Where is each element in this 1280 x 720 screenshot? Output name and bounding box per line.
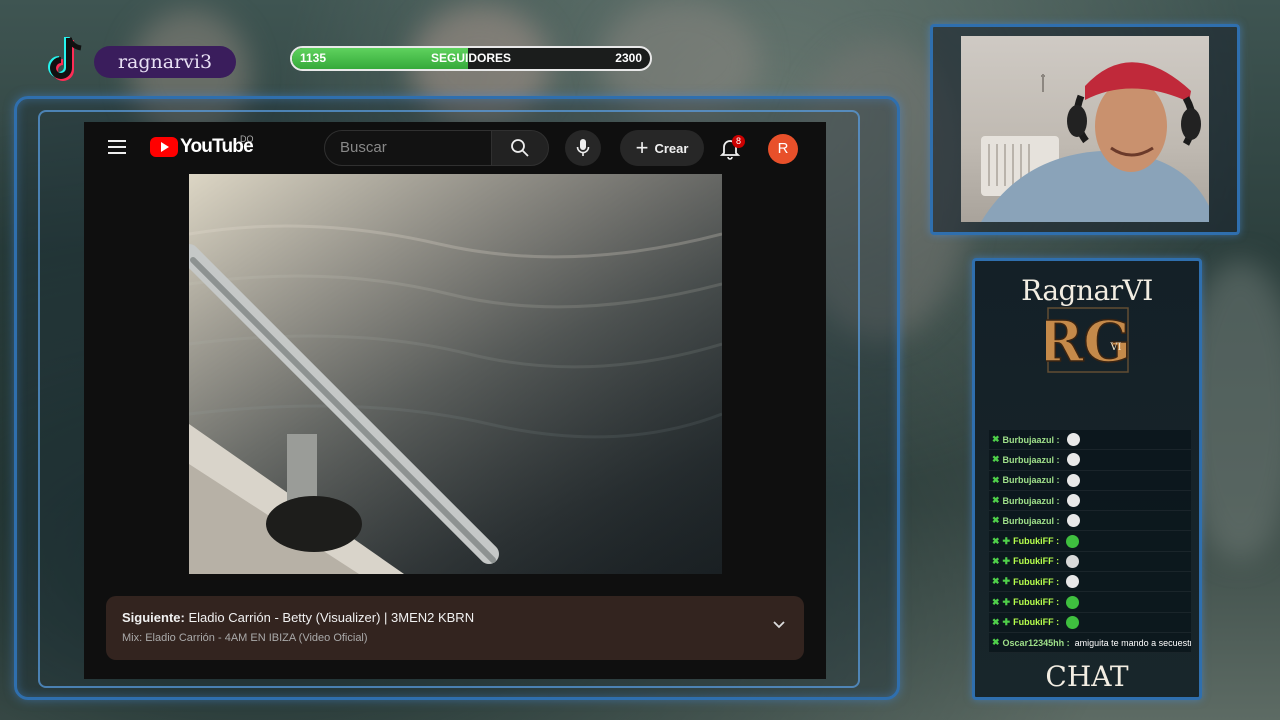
chat-sticker-icon [1066,554,1080,568]
chat-message: ✖ Oscar12345hh : amiguita te mando a secue… [989,632,1191,654]
chat-footer-title: CHAT [1045,660,1129,693]
chat-username: Burbujaazul : [1002,515,1060,526]
chat-sticker-icon [1066,494,1080,508]
voice-search-button[interactable] [565,130,601,166]
chat-username: FubukiFF : [1013,576,1060,587]
create-label: Crear [654,140,689,156]
chat-username: FubukiFF : [1013,556,1060,567]
youtube-region-code: DO [240,134,254,144]
tiktok-small-icon: ✖ [992,535,1000,546]
chat-message: ✖ Burbujaazul : [989,511,1191,532]
tiktok-small-icon: ✖ [992,637,1000,648]
chat-message: ✖ ✚ FubukiFF : [989,612,1191,633]
youtube-logo[interactable]: YouTube [150,136,254,158]
chat-message: ✖ ✚ FubukiFF : [989,531,1191,552]
hamburger-menu-icon[interactable] [108,140,126,154]
tiktok-small-icon: ✖ [992,495,1000,506]
tiktok-small-icon: ✖ [992,454,1000,465]
chat-username: Oscar12345hh : [1002,637,1070,648]
chat-username: FubukiFF : [1013,536,1060,547]
up-next-video-title: Eladio Carrión - Betty (Visualizer) | 3M… [188,610,475,625]
tiktok-small-icon: ✖ [992,555,1000,566]
chat-sticker-icon [1066,473,1080,487]
tiktok-username: ragnarvi3 [94,46,236,78]
youtube-window: YouTube DO Buscar + Crear 8 R Siguiente:… [84,122,826,679]
chat-sticker-icon [1066,575,1080,589]
chat-message: ✖ ✚ FubukiFF : [989,572,1191,593]
chat-sticker-icon [1066,453,1080,467]
chat-message: ✖ ✚ FubukiFF : [989,592,1191,613]
tiktok-small-icon: ✖ [992,596,1000,607]
chat-brand-title: RagnarVI [1021,274,1153,307]
account-avatar[interactable]: R [768,134,798,164]
chat-username: Burbujaazul : [1002,475,1060,486]
svg-text:VI: VI [1109,342,1121,353]
chat-message: ✖ ✚ FubukiFF : [989,551,1191,573]
subscriber-badge-icon: ✚ [1002,576,1011,587]
tiktok-small-icon: ✖ [992,434,1000,445]
chat-username: FubukiFF : [1013,597,1060,608]
video-player[interactable] [189,174,722,574]
subscriber-badge-icon: ✚ [1002,555,1011,566]
video-frame-boat [189,174,722,574]
up-next-prefix: Siguiente: [122,610,185,625]
tiktok-small-icon: ✖ [992,474,1000,485]
follower-goal: 2300 [615,51,642,65]
subscriber-badge-icon: ✚ [1002,616,1011,627]
subscriber-badge-icon: ✚ [1002,596,1011,607]
chat-username: FubukiFF : [1013,617,1060,628]
chat-username: Burbujaazul : [1002,495,1060,506]
create-button[interactable]: + Crear [620,130,704,166]
chat-message: ✖ Burbujaazul : [989,490,1191,512]
chat-sticker-icon [1066,534,1080,548]
ragnarvi-logo: RG VI [1046,307,1130,374]
chat-username: Burbujaazul : [1002,454,1060,465]
chat-sticker-icon [1066,514,1080,528]
up-next-mix-subtitle: Mix: Eladio Carrión - 4AM EN IBIZA (Vide… [122,632,368,644]
chat-message-list[interactable]: ✖ Burbujaazul : ✖ Burbujaazul : ✖ Burbujaazul… [989,430,1191,654]
tiktok-small-icon: ✖ [992,576,1000,587]
tiktok-icon [48,37,82,81]
microphone-icon [576,139,590,156]
chat-message-text: amiguita te mando a secuestrar [1074,637,1191,648]
search-button[interactable] [491,130,549,166]
follower-label: SEGUIDORES [430,51,511,65]
youtube-play-icon [150,137,178,157]
webcam-feed [961,36,1209,222]
tiktok-small-icon: ✖ [992,515,1000,526]
chat-message: ✖ Burbujaazul : [989,450,1191,471]
plus-icon: + [635,135,649,160]
tiktok-small-icon: ✖ [992,616,1000,627]
up-next-title: Siguiente: Eladio Carrión - Betty (Visua… [122,610,474,625]
chat-message: ✖ Burbujaazul : [989,430,1191,451]
chat-message: ✖ Burbujaazul : [989,470,1191,491]
search-icon [511,139,529,157]
notification-count-badge: 8 [732,135,745,148]
subscriber-badge-icon: ✚ [1002,535,1011,546]
chat-sticker-icon [1066,433,1080,447]
search-input[interactable]: Buscar [324,130,492,166]
chat-sticker-icon [1066,615,1080,629]
chat-sticker-icon [1066,595,1080,609]
chevron-down-icon[interactable] [772,620,786,630]
up-next-bar[interactable]: Siguiente: Eladio Carrión - Betty (Visua… [106,596,804,660]
chat-username: Burbujaazul : [1002,434,1060,445]
follower-goal-bar: 1135 SEGUIDORES 2300 [290,46,652,71]
webcam-streamer [981,62,1209,222]
